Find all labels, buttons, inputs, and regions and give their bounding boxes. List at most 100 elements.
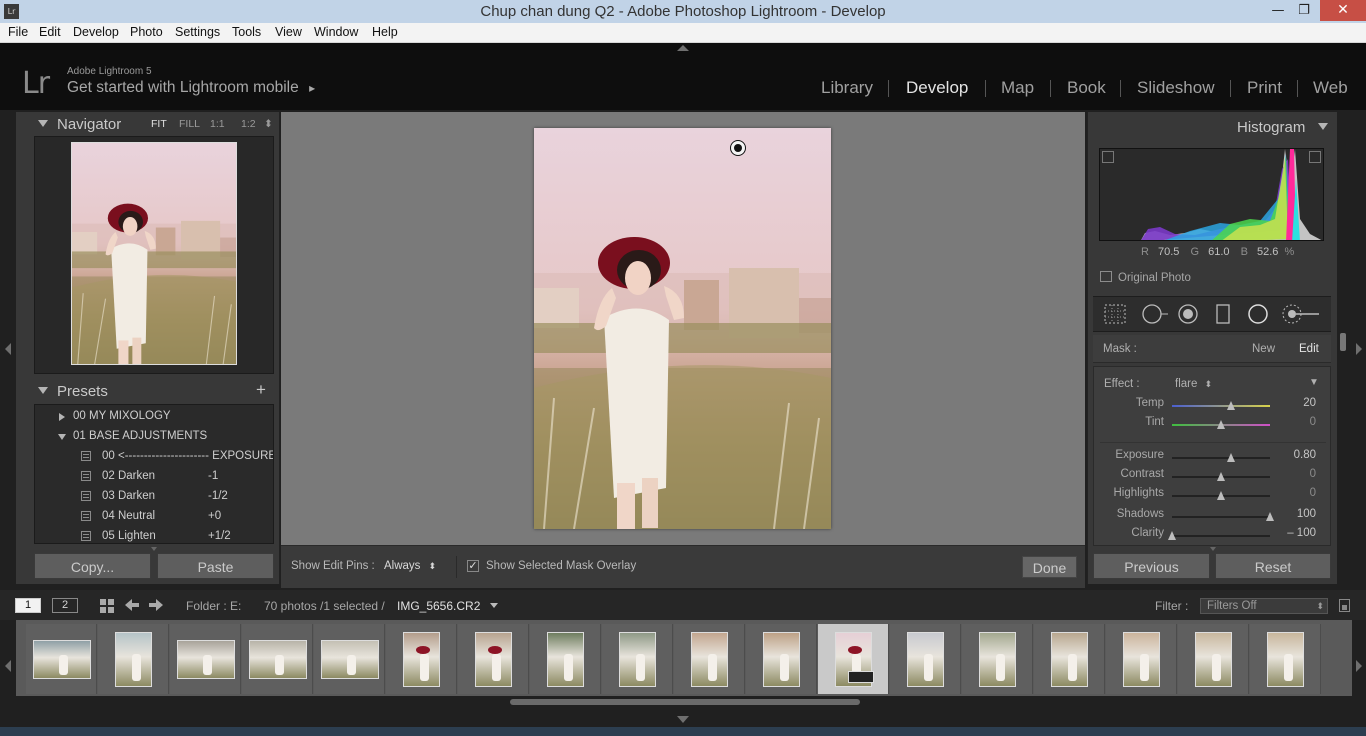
navigator-collapse-icon[interactable]	[38, 120, 48, 127]
preset-folder-my-mixology[interactable]: 00 MY MIXOLOGY	[35, 407, 273, 427]
crop-overlay-icon[interactable]	[1104, 304, 1126, 324]
slider-value[interactable]: 0.80	[1276, 449, 1316, 461]
slider-track[interactable]	[1172, 516, 1270, 518]
filmstrip-scroll-left-icon[interactable]	[5, 660, 11, 672]
mask-new-button[interactable]: New	[1252, 343, 1275, 355]
shadow-clipping-icon[interactable]	[1102, 151, 1114, 163]
presets-collapse-icon[interactable]	[38, 387, 48, 394]
menu-settings[interactable]: Settings	[175, 25, 220, 39]
menu-window[interactable]: Window	[314, 25, 358, 39]
reset-button[interactable]: Reset	[1215, 553, 1331, 579]
add-preset-icon[interactable]: +	[256, 380, 266, 400]
slider-value[interactable]: – 100	[1276, 527, 1316, 539]
mask-edit-button[interactable]: Edit	[1299, 343, 1319, 355]
primary-display-button[interactable]: 1	[15, 598, 41, 613]
spot-removal-icon[interactable]	[1141, 304, 1169, 324]
collapse-left-panel-icon[interactable]	[5, 343, 11, 355]
histogram-graph[interactable]	[1099, 148, 1324, 241]
right-panel-scrollbar[interactable]	[1340, 333, 1346, 351]
preset-item[interactable]: 04 Neutral +0	[35, 507, 273, 527]
slider-knob[interactable]	[1217, 491, 1225, 500]
filter-lock-icon[interactable]	[1339, 599, 1350, 612]
slider-knob[interactable]	[1226, 453, 1235, 462]
go-forward-icon[interactable]	[147, 597, 165, 613]
collapse-filmstrip-icon[interactable]	[677, 716, 689, 723]
module-develop[interactable]: Develop	[906, 78, 968, 98]
filename-select[interactable]: IMG_5656.CR2	[397, 599, 498, 613]
radial-filter-icon[interactable]	[1247, 304, 1269, 324]
slider-knob[interactable]	[1226, 401, 1235, 410]
adjustment-brush-icon[interactable]	[1281, 304, 1321, 324]
slider-value[interactable]: 20	[1276, 397, 1316, 409]
menu-tools[interactable]: Tools	[232, 25, 261, 39]
module-book[interactable]: Book	[1067, 78, 1106, 98]
main-photo[interactable]	[534, 128, 831, 529]
filmstrip-scrollbar[interactable]	[510, 699, 860, 705]
effect-menu-icon[interactable]: ▼	[1309, 377, 1319, 388]
radial-filter-pin[interactable]	[730, 140, 746, 156]
menu-photo[interactable]: Photo	[130, 25, 163, 39]
secondary-display-button[interactable]: 2	[52, 598, 78, 613]
folder-label[interactable]: Folder : E:	[186, 599, 241, 613]
go-back-icon[interactable]	[123, 597, 141, 613]
slider-value[interactable]: 100	[1276, 508, 1316, 520]
effect-select[interactable]: flare ⬍	[1175, 378, 1212, 390]
module-print[interactable]: Print	[1247, 78, 1282, 98]
menu-edit[interactable]: Edit	[39, 25, 61, 39]
collapse-right-panel-icon[interactable]	[1356, 343, 1362, 355]
slider-value[interactable]: 0	[1276, 468, 1316, 480]
folder-collapse-icon[interactable]	[58, 434, 66, 440]
paste-button[interactable]: Paste	[157, 553, 274, 579]
slider-knob[interactable]	[1217, 420, 1225, 429]
graduated-filter-icon[interactable]	[1212, 304, 1234, 324]
navigator-thumbnail[interactable]	[71, 142, 237, 365]
menu-help[interactable]: Help	[372, 25, 398, 39]
menu-file[interactable]: File	[8, 25, 28, 39]
module-web[interactable]: Web	[1313, 78, 1348, 98]
histogram-title[interactable]: Histogram	[1237, 119, 1305, 136]
menu-develop[interactable]: Develop	[73, 25, 119, 39]
mask-overlay-checkbox[interactable]: ✓	[467, 560, 479, 572]
preset-folder-base-adjustments[interactable]: 01 BASE ADJUSTMENTS	[35, 427, 273, 447]
original-photo-toggle[interactable]: Original Photo	[1100, 271, 1191, 284]
module-slideshow[interactable]: Slideshow	[1137, 78, 1215, 98]
minimize-icon[interactable]: —	[1264, 0, 1292, 21]
show-edit-pins-select[interactable]: Always ⬍	[384, 560, 436, 572]
highlight-clipping-icon[interactable]	[1309, 151, 1321, 163]
preset-item[interactable]: 05 Lighten +1/2	[35, 527, 273, 543]
restore-icon[interactable]: ❐	[1290, 0, 1318, 21]
filmstrip-scroll-right-icon[interactable]	[1356, 660, 1362, 672]
zoom-stepper-icon[interactable]: ⬍	[264, 118, 273, 130]
menu-view[interactable]: View	[275, 25, 302, 39]
previous-button[interactable]: Previous	[1093, 553, 1210, 579]
module-library[interactable]: Library	[821, 78, 873, 98]
close-icon[interactable]: ✕	[1320, 0, 1366, 21]
grid-view-icon[interactable]	[99, 598, 115, 614]
done-button[interactable]: Done	[1022, 556, 1077, 578]
slider-knob[interactable]	[1168, 531, 1176, 540]
lightroom-mobile-link[interactable]: Get started with Lightroom mobile ▸	[67, 79, 315, 97]
nav-mode-1-2[interactable]: 1:2	[241, 118, 256, 130]
collapse-top-panel-icon[interactable]	[677, 45, 689, 51]
slider-knob[interactable]	[1217, 472, 1225, 481]
nav-mode-fill[interactable]: FILL	[179, 118, 200, 130]
filter-select[interactable]: Filters Off ⬍	[1200, 598, 1328, 614]
slider-track[interactable]	[1172, 457, 1270, 459]
preset-item[interactable]: 00 <---------------------- EXPOSURE	[35, 447, 273, 467]
module-map[interactable]: Map	[1001, 78, 1034, 98]
copy-button[interactable]: Copy...	[34, 553, 151, 579]
nav-mode-1-1[interactable]: 1:1	[210, 118, 225, 130]
histogram-collapse-icon[interactable]	[1318, 123, 1328, 130]
slider-knob[interactable]	[1266, 512, 1274, 521]
nav-mode-fit[interactable]: FIT	[151, 118, 167, 130]
slider-value[interactable]: 0	[1276, 416, 1316, 428]
navigator-title[interactable]: Navigator	[57, 116, 121, 133]
slider-value[interactable]: 0	[1276, 487, 1316, 499]
slider-track[interactable]	[1172, 535, 1270, 537]
slider-track[interactable]	[1172, 405, 1270, 407]
presets-title[interactable]: Presets	[57, 383, 108, 400]
folder-expand-icon[interactable]	[59, 413, 65, 421]
preset-item[interactable]: 02 Darken -1	[35, 467, 273, 487]
red-eye-icon[interactable]	[1177, 304, 1199, 324]
preset-item[interactable]: 03 Darken -1/2	[35, 487, 273, 507]
